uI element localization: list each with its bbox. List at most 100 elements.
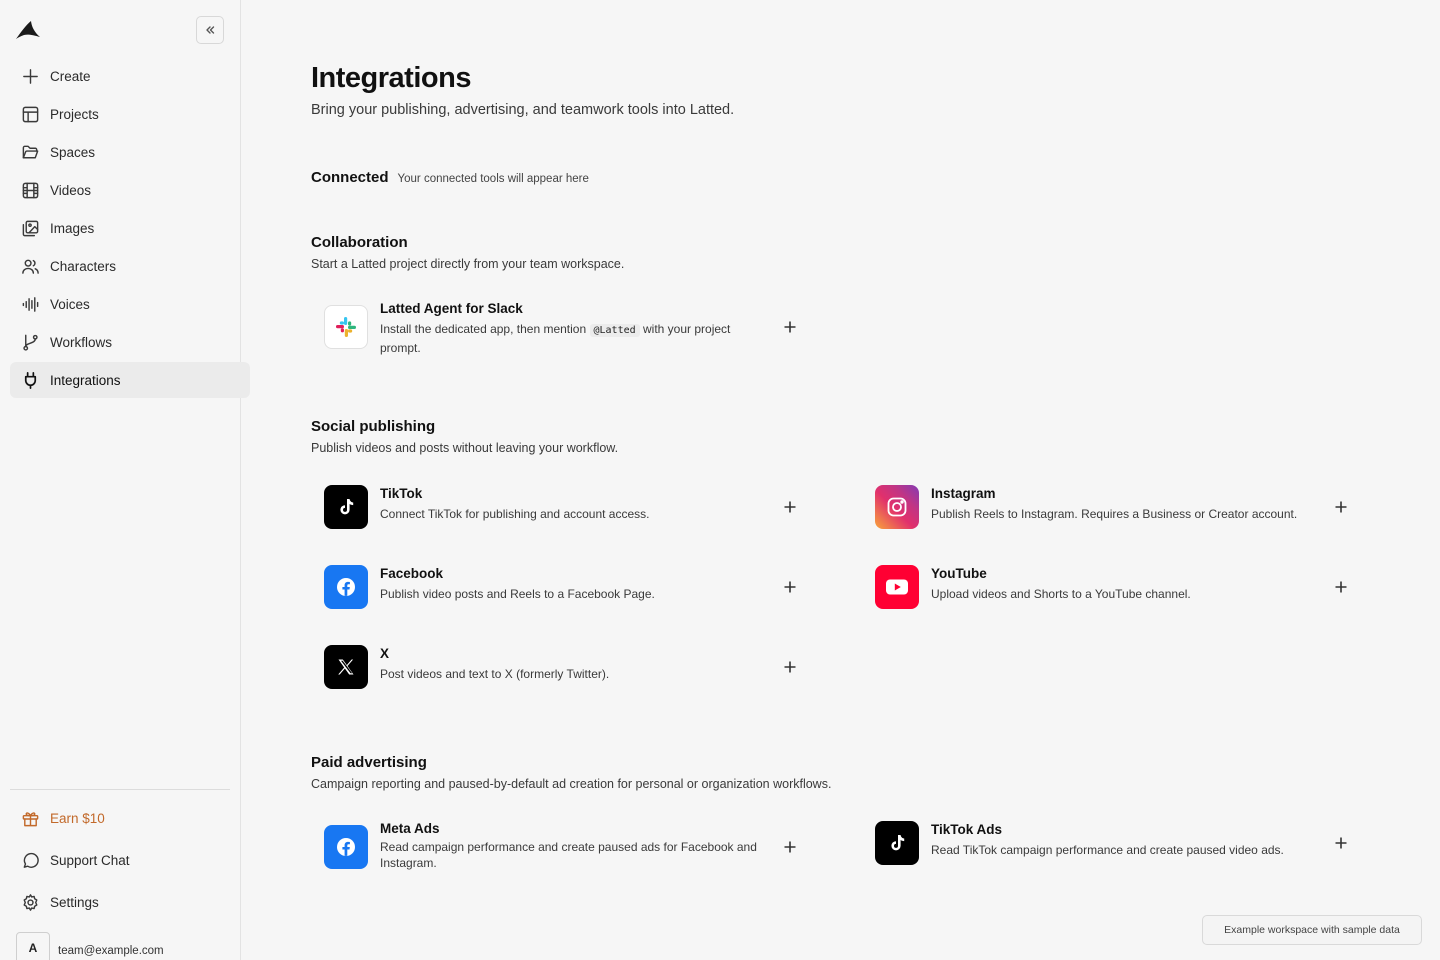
plug-icon: [20, 370, 40, 390]
connected-title: Connected: [311, 169, 389, 186]
facebook-icon: [324, 825, 368, 869]
social-title: Social publishing: [311, 418, 436, 435]
integration-name: TikTok: [380, 486, 423, 501]
nav-item-label: Create: [50, 68, 91, 84]
integration-desc: Connect TikTok for publishing and accoun…: [380, 507, 650, 521]
chevrons-left-icon: [206, 26, 215, 34]
nav-item-label: Characters: [50, 258, 117, 274]
add-slack-button[interactable]: [783, 320, 797, 334]
integration-desc: Publish Reels to Instagram. Requires a B…: [931, 507, 1298, 521]
integration-desc: Install the dedicated app, then mention …: [380, 321, 760, 356]
integration-name: Latted Agent for Slack: [380, 301, 523, 316]
social-subtitle: Publish videos and posts without leaving…: [311, 441, 619, 455]
add-tiktok-ads-button[interactable]: [1334, 836, 1348, 850]
integration-card-x: X Post videos and text to X (formerly Tw…: [311, 645, 801, 689]
integration-name: X: [380, 646, 390, 661]
folder-open-icon: [20, 142, 40, 162]
avatar: A: [16, 932, 50, 960]
integration-desc: Publish video posts and Reels to a Faceb…: [380, 587, 655, 601]
add-tiktok-button[interactable]: [783, 500, 797, 514]
settings-label: Settings: [50, 894, 99, 910]
integration-name: TikTok Ads: [931, 822, 1003, 837]
page-title: Integrations: [311, 62, 471, 94]
nav-item-spaces[interactable]: Spaces: [10, 134, 250, 170]
ads-subtitle: Campaign reporting and paused-by-default…: [311, 777, 832, 791]
integration-desc: Post videos and text to X (formerly Twit…: [380, 667, 610, 681]
add-youtube-button[interactable]: [1334, 580, 1348, 594]
support-chat-link[interactable]: Support Chat: [10, 842, 240, 878]
integration-card-instagram: Instagram Publish Reels to Instagram. Re…: [862, 485, 1352, 529]
nav-item-videos[interactable]: Videos: [10, 172, 250, 208]
sidebar-divider: [10, 789, 230, 790]
earn-label: Earn $10: [50, 810, 105, 826]
nav-item-label: Projects: [50, 106, 99, 122]
sample-data-badge: Example workspace with sample data: [1202, 915, 1422, 945]
nav-item-integrations[interactable]: Integrations: [10, 362, 250, 398]
nav-item-label: Integrations: [50, 372, 121, 388]
settings-link[interactable]: Settings: [10, 884, 240, 920]
mention-code: @Latted: [589, 324, 640, 337]
x-icon: [324, 645, 368, 689]
connected-section: Connected Your connected tools will appe…: [311, 169, 589, 186]
plus-icon: [1335, 837, 1347, 849]
nav-item-label: Workflows: [50, 334, 113, 350]
integration-name: Instagram: [931, 486, 996, 501]
add-meta-ads-button[interactable]: [783, 840, 797, 854]
integration-card-meta-ads: Meta Ads Read campaign performance and c…: [311, 820, 801, 871]
tiktok-icon: [875, 821, 919, 865]
latted-logo[interactable]: [15, 18, 41, 44]
sidebar-bottom: Earn $10 Support Chat Settings: [10, 800, 240, 926]
connected-hint: Your connected tools will appear here: [397, 173, 589, 185]
add-x-button[interactable]: [783, 660, 797, 674]
nav-item-label: Spaces: [50, 144, 96, 160]
user-email: team@example.com: [58, 945, 164, 957]
integration-desc: Read campaign performance and create pau…: [380, 840, 757, 870]
plus-icon: [784, 501, 796, 513]
integration-name: YouTube: [931, 566, 987, 581]
plus-icon: [784, 661, 796, 673]
integration-card-tiktok-ads: TikTok Ads Read TikTok campaign performa…: [862, 821, 1352, 865]
add-facebook-button[interactable]: [783, 580, 797, 594]
youtube-icon: [875, 565, 919, 609]
main-nav: Create Projects Spaces Videos Images Cha…: [10, 58, 250, 400]
sidebar: Create Projects Spaces Videos Images Cha…: [0, 0, 250, 960]
plus-icon: [784, 321, 796, 333]
nav-item-voices[interactable]: Voices: [10, 286, 250, 322]
layout-icon: [20, 104, 40, 124]
integration-name: Meta Ads: [380, 821, 440, 836]
tiktok-icon: [324, 485, 368, 529]
integration-card-facebook: Facebook Publish video posts and Reels t…: [311, 565, 801, 609]
slack-icon: [324, 305, 368, 349]
users-icon: [20, 256, 40, 276]
nav-item-label: Images: [50, 220, 95, 236]
page-subtitle: Bring your publishing, advertising, and …: [311, 102, 735, 118]
nav-item-workflows[interactable]: Workflows: [10, 324, 250, 360]
integration-card-youtube: YouTube Upload videos and Shorts to a Yo…: [862, 565, 1352, 609]
add-instagram-button[interactable]: [1334, 500, 1348, 514]
film-icon: [20, 180, 40, 200]
plus-icon: [784, 581, 796, 593]
integration-name: Facebook: [380, 566, 444, 581]
instagram-icon: [875, 485, 919, 529]
facebook-icon: [324, 565, 368, 609]
integration-desc: Upload videos and Shorts to a YouTube ch…: [931, 587, 1191, 601]
collapse-sidebar-button[interactable]: [196, 16, 224, 44]
integration-card-tiktok: TikTok Connect TikTok for publishing and…: [311, 485, 801, 529]
integration-desc: Read TikTok campaign performance and cre…: [931, 843, 1284, 857]
nav-item-images[interactable]: Images: [10, 210, 250, 246]
user-account[interactable]: A team@example.com: [16, 932, 164, 960]
message-circle-icon: [20, 850, 40, 870]
gear-icon: [20, 892, 40, 912]
nav-item-create[interactable]: Create: [10, 58, 250, 94]
desc-text: Install the dedicated app, then mention: [380, 322, 587, 336]
collaboration-subtitle: Start a Latted project directly from you…: [311, 257, 625, 271]
nav-item-label: Videos: [50, 182, 92, 198]
earn-referral-link[interactable]: Earn $10: [10, 800, 240, 836]
images-icon: [20, 218, 40, 238]
nav-item-characters[interactable]: Characters: [10, 248, 250, 284]
plus-icon: [1335, 581, 1347, 593]
plus-icon: [1335, 501, 1347, 513]
nav-item-label: Voices: [50, 296, 90, 312]
plus-icon: [20, 66, 40, 86]
nav-item-projects[interactable]: Projects: [10, 96, 250, 132]
